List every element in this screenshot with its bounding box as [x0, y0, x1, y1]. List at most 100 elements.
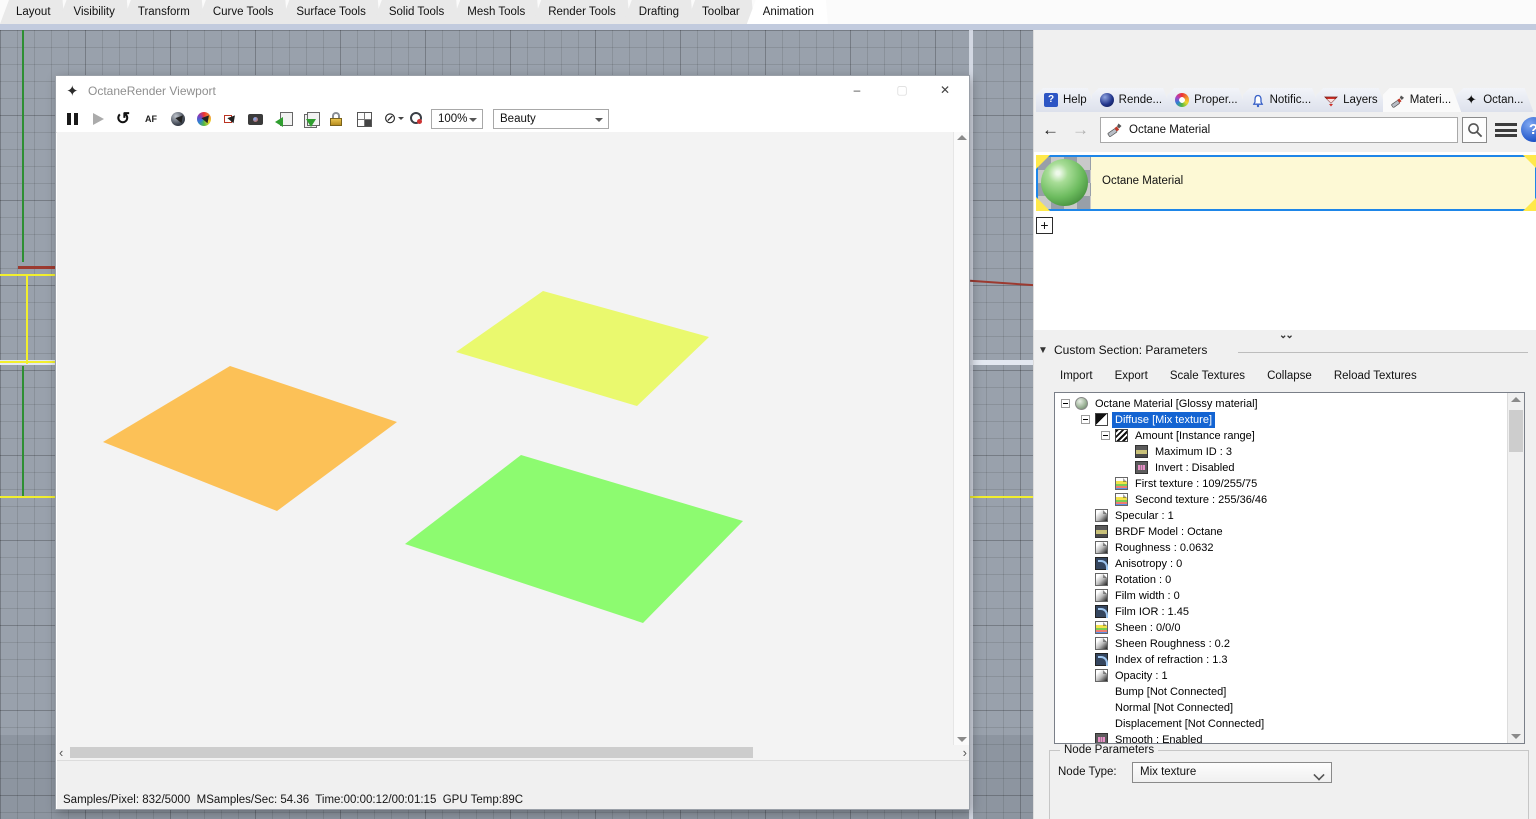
tree-item[interactable]: Maximum ID : 3	[1055, 444, 1524, 460]
material-pick-icon[interactable]	[169, 110, 187, 128]
rhino-tab-solid-tools[interactable]: Solid Tools	[373, 0, 458, 24]
tree-item[interactable]: Second texture : 255/36/46	[1055, 492, 1524, 508]
reload-textures-button[interactable]: Reload Textures	[1334, 370, 1417, 382]
octane-window-titlebar[interactable]: ✦ OctaneRender Viewport – ▢ ✕	[56, 76, 969, 106]
restart-icon[interactable]: ↺	[114, 110, 132, 128]
rhino-tab-render-tools[interactable]: Render Tools	[532, 0, 630, 24]
right-panel: ? Help Rende... Proper... Notific... Layers Ma…	[1033, 30, 1536, 819]
save-image-icon[interactable]	[275, 110, 293, 128]
material-path-field[interactable]: Octane Material	[1100, 117, 1458, 143]
material-list-item[interactable]: Octane Material	[1036, 155, 1536, 211]
rhino-tab-toolbar[interactable]: Toolbar	[686, 0, 754, 24]
back-arrow-icon[interactable]: ←	[1042, 120, 1059, 140]
panel-tab-materi[interactable]: Materi...	[1383, 88, 1462, 112]
export-button[interactable]: Export	[1115, 370, 1148, 382]
play-icon[interactable]	[89, 110, 107, 128]
tree-item[interactable]: Bump [Not Connected]	[1055, 684, 1524, 700]
tree-item[interactable]: Invert : Disabled	[1055, 460, 1524, 476]
rhino-tab-transform[interactable]: Transform	[122, 0, 204, 24]
collapse-button[interactable]: Collapse	[1267, 370, 1312, 382]
gray-node-icon	[1095, 589, 1108, 602]
forward-arrow-icon[interactable]: →	[1072, 120, 1089, 140]
green-plane[interactable]	[405, 455, 743, 623]
tree-item[interactable]: First texture : 109/255/75	[1055, 476, 1524, 492]
tree-item[interactable]: Octane Material [Glossy material]	[1055, 396, 1524, 412]
tree-item[interactable]: BRDF Model : Octane	[1055, 524, 1524, 540]
rhino-tab-animation[interactable]: Animation	[747, 0, 828, 24]
tree-item[interactable]: Opacity : 1	[1055, 668, 1524, 684]
rhino-tab-layout[interactable]: Layout	[0, 0, 65, 24]
scroll-up-arrow[interactable]	[957, 135, 967, 140]
tree-item[interactable]: Diffuse [Mix texture]	[1055, 412, 1524, 428]
search-button[interactable]	[1462, 117, 1487, 143]
zoom-select[interactable]: 100%	[431, 109, 483, 129]
tree-item[interactable]: Displacement [Not Connected]	[1055, 716, 1524, 732]
focus-picker-icon[interactable]	[408, 110, 426, 128]
tree-item[interactable]: Amount [Instance range]	[1055, 428, 1524, 444]
panel-tab-layers[interactable]: Layers	[1316, 88, 1388, 112]
sphere-node-icon	[1075, 397, 1088, 410]
menu-icon[interactable]	[1495, 123, 1517, 137]
minimize-button[interactable]: –	[835, 76, 879, 105]
vertical-scrollbar[interactable]	[953, 132, 969, 745]
camera-snapshot-icon[interactable]	[247, 110, 265, 128]
pause-icon[interactable]	[64, 110, 82, 128]
viewport-panes-icon[interactable]	[355, 110, 373, 128]
rhino-tab-surface-tools[interactable]: Surface Tools	[280, 0, 379, 24]
region-render-off-icon[interactable]: ⊘	[381, 110, 399, 128]
tree-item[interactable]: Roughness : 0.0632	[1055, 540, 1524, 556]
tree-item[interactable]: Film IOR : 1.45	[1055, 604, 1524, 620]
tree-item[interactable]: Rotation : 0	[1055, 572, 1524, 588]
region-dropdown-caret[interactable]	[398, 117, 404, 123]
selection-corner	[1523, 155, 1536, 169]
tree-item[interactable]: Index of refraction : 1.3	[1055, 652, 1524, 668]
tree-scrollbar[interactable]	[1507, 393, 1524, 743]
panel-tab-label: Proper...	[1194, 94, 1238, 106]
panel-splitter-handle[interactable]: ⌄⌄	[1279, 330, 1294, 341]
tree-item[interactable]: Sheen : 0/0/0	[1055, 620, 1524, 636]
rhino-tab-drafting[interactable]: Drafting	[623, 0, 693, 24]
rhino-tab-visibility[interactable]: Visibility	[58, 0, 129, 24]
import-button[interactable]: Import	[1060, 370, 1093, 382]
panel-tab-rende[interactable]: Rende...	[1092, 88, 1172, 112]
scroll-down-arrow[interactable]	[957, 737, 967, 742]
yellow-plane[interactable]	[456, 291, 709, 406]
tree-item[interactable]: Sheen Roughness : 0.2	[1055, 636, 1524, 652]
panel-tab-proper[interactable]: Proper...	[1167, 88, 1247, 112]
horizontal-scrollbar[interactable]: ‹ ›	[57, 745, 969, 760]
scale-textures-button[interactable]: Scale Textures	[1170, 370, 1245, 382]
rhino-tab-curve-tools[interactable]: Curve Tools	[197, 0, 288, 24]
tree-scroll-up-arrow[interactable]	[1511, 397, 1521, 402]
maximize-button[interactable]: ▢	[880, 76, 924, 105]
orange-plane[interactable]	[103, 366, 397, 511]
add-material-button[interactable]: +	[1036, 217, 1053, 234]
tree-expander-icon[interactable]	[1081, 415, 1090, 424]
tree-item[interactable]: Specular : 1	[1055, 508, 1524, 524]
autofocus-pick-icon[interactable]: AF	[142, 110, 160, 128]
node-type-select[interactable]: Mix texture	[1132, 762, 1332, 783]
panel-help-icon[interactable]: ?	[1521, 117, 1536, 142]
render-pass-select[interactable]: Beauty	[493, 109, 609, 129]
rhino-tab-mesh-tools[interactable]: Mesh Tools	[451, 0, 539, 24]
tree-item[interactable]: Normal [Not Connected]	[1055, 700, 1524, 716]
tree-item[interactable]: Smooth : Enabled	[1055, 732, 1524, 743]
material-color-pick-icon[interactable]	[195, 110, 213, 128]
save-all-passes-icon[interactable]	[301, 110, 320, 128]
tree-item[interactable]: Film width : 0	[1055, 588, 1524, 604]
panel-tab-notific[interactable]: Notific...	[1243, 88, 1322, 112]
tree-expander-icon[interactable]	[1101, 431, 1110, 440]
object-pick-icon[interactable]	[221, 110, 239, 128]
panel-tab-octan[interactable]: ✦ Octan...	[1456, 88, 1533, 112]
tree-item[interactable]: Anisotropy : 0	[1055, 556, 1524, 572]
close-button[interactable]: ✕	[923, 76, 967, 105]
tree-expander-icon[interactable]	[1061, 399, 1070, 408]
horizontal-scroll-thumb[interactable]	[70, 747, 753, 758]
tree-scroll-down-arrow[interactable]	[1511, 734, 1521, 739]
render-canvas[interactable]	[57, 132, 953, 745]
scroll-left-arrow[interactable]: ‹	[59, 745, 63, 760]
lock-viewport-icon[interactable]	[328, 110, 346, 128]
scroll-right-arrow[interactable]: ›	[963, 745, 967, 760]
section-collapse-icon[interactable]: ▼	[1038, 345, 1048, 356]
panel-tab-help[interactable]: ? Help	[1036, 88, 1097, 112]
tree-scroll-thumb[interactable]	[1509, 410, 1523, 452]
